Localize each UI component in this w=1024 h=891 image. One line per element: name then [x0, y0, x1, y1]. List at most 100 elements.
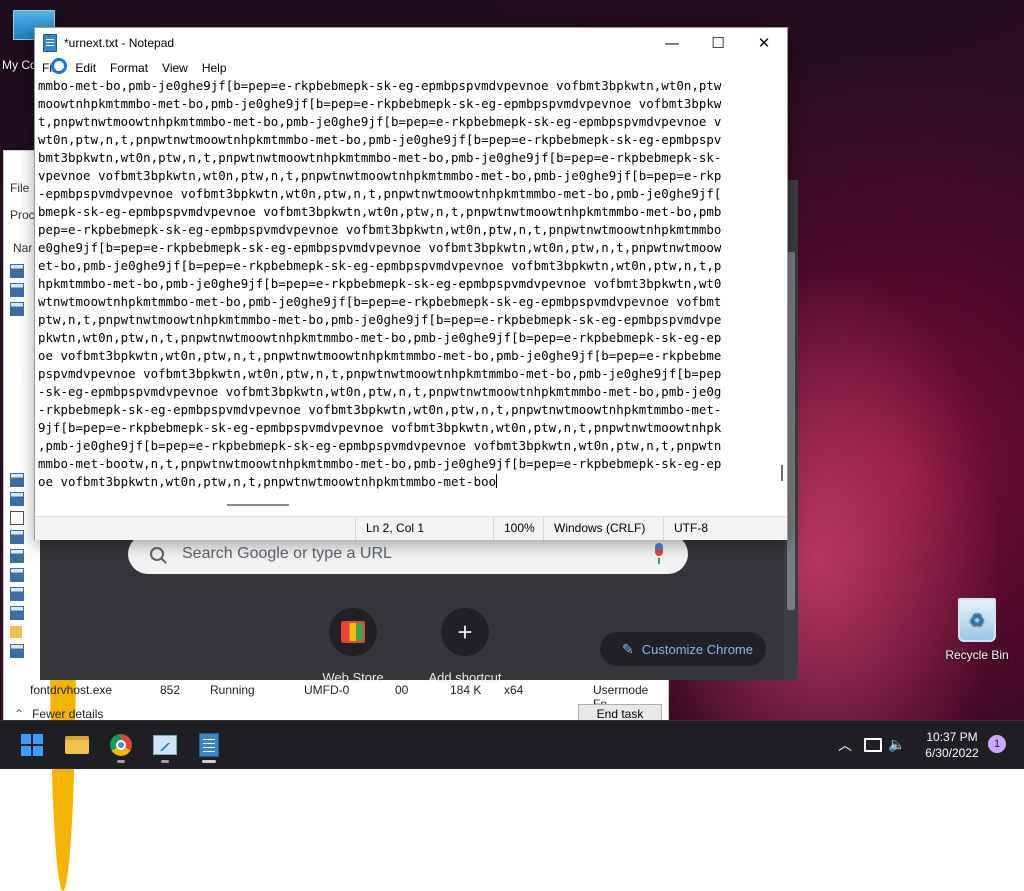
clock-date: 6/30/2022 [925, 746, 979, 760]
table-row[interactable]: fontdrvhost.exe 852 Running UMFD-0 00 18… [8, 683, 658, 711]
chevron-up-icon[interactable]: ︿ [838, 721, 854, 769]
app-process-icon [10, 605, 24, 620]
text-line: mmbo-met-bo,pmb-je0ghe9jf[b=pep=e-rkpbeb… [38, 78, 722, 93]
text-line: pep=e-rkpbebmepk-sk-eg-epmbpspvmdvpevnoe… [38, 222, 722, 237]
fewer-details-link[interactable]: Fewer details [14, 707, 103, 721]
add-shortcut-label: Add shortcut [428, 670, 502, 685]
search-input[interactable] [180, 544, 652, 564]
google-search-box[interactable] [128, 534, 688, 574]
chrome-icon [110, 734, 132, 756]
text-line: bmt3bpkwtn,wt0n,ptw,n,t,pnpwtnwtmoowtnhp… [38, 150, 722, 165]
app-process-icon [10, 529, 24, 544]
chrome-taskbar-button[interactable] [101, 725, 141, 765]
status-position: Ln 2, Col 1 [355, 517, 424, 540]
text-line: hpkmtmmbo-met-bo,pmb-je0ghe9jf[b=pep=e-r… [38, 276, 722, 291]
process-status: Running [210, 683, 255, 697]
recycle-bin-label: Recycle Bin [945, 648, 1009, 662]
text-line: vpevnoe vofbmt3bpkwtn,wt0n,ptw,n,t,pnpwt… [38, 168, 722, 183]
text-line: -epmbpspvmdvpevnoe vofbmt3bpkwtn,wt0n,pt… [38, 186, 722, 201]
task-manager-taskbar-button[interactable] [145, 725, 185, 765]
notification-badge[interactable]: 1 [988, 735, 1006, 753]
text-line: moowtnhpkmtmmbo-met-bo,pmb-je0ghe9jf[b=p… [38, 96, 722, 111]
app-process-icon [10, 567, 24, 582]
vertical-scrollbar[interactable] [780, 120, 783, 481]
app-process-icon [10, 472, 24, 487]
tm-process-icons [10, 257, 76, 891]
web-store-icon [341, 621, 365, 643]
text-line: oe vofbmt3bpkwtn,wt0n,ptw,n,t,pnpwtnwtmo… [38, 348, 722, 363]
menu-help[interactable]: Help [195, 58, 234, 78]
app-process-icon [10, 643, 24, 658]
menu-edit[interactable]: Edit [68, 58, 103, 78]
text-line: pspvmdvpevnoe vofbmt3bpkwtn,wt0n,ptw,n,t… [38, 366, 722, 381]
notepad-titlebar[interactable]: *urnext.txt - Notepad — ☐ ✕ [35, 28, 787, 58]
tm-column-name[interactable]: Nar [13, 241, 32, 255]
notepad-taskbar-button[interactable] [189, 725, 229, 765]
search-icon [150, 547, 164, 561]
microphone-icon[interactable] [652, 543, 666, 565]
app-process-icon [10, 491, 24, 506]
web-store-label: Web Store [322, 670, 384, 685]
recycle-icon: ♻ [958, 598, 996, 642]
customize-chrome-button[interactable]: ✎ Customize Chrome [600, 632, 766, 666]
close-button[interactable]: ✕ [741, 28, 787, 58]
my-computer-label: My Co [2, 58, 37, 72]
text-line: pkwtn,wt0n,ptw,n,t,pnpwtnwtmoowtnhpkmtmm… [38, 330, 722, 345]
task-manager-icon [153, 735, 177, 755]
plus-icon: + [457, 616, 473, 647]
file-explorer-button[interactable] [57, 725, 97, 765]
process-arch: x64 [504, 683, 524, 697]
text-line: et-bo,pmb-je0ghe9jf[b=pep=e-rkpbebmepk-s… [38, 258, 722, 273]
status-encoding: UTF-8 [663, 517, 708, 540]
maximize-button[interactable]: ☐ [695, 28, 741, 58]
app-process-icon [10, 586, 24, 601]
menu-view[interactable]: View [155, 58, 195, 78]
text-line: bmepk-sk-eg-epmbpspvmdvpevnoe vofbmt3bpk… [38, 204, 722, 219]
text-line: ptw,n,t,pnpwtnwtmoowtnhpkmtmmbo-met-bo,p… [38, 312, 722, 327]
horizontal-scrollbar[interactable] [227, 504, 289, 506]
app-process-icon [10, 548, 24, 563]
text-line: -sk-eg-epmbpspvmdvpevnoe vofbmt3bpkwtn,w… [38, 384, 722, 399]
status-bar: Ln 2, Col 1 100% Windows (CRLF) UTF-8 [35, 516, 787, 540]
volume-icon[interactable]: 🔈 [888, 721, 905, 769]
process-memory: 184 K [450, 683, 482, 697]
recycle-bin-icon[interactable]: ♻ Recycle Bin [940, 598, 1014, 662]
taskbar: ︿ 🔈 10:37 PM 6/30/2022 [0, 720, 1024, 769]
text-caret [496, 474, 498, 488]
pointer-cursor-icon [51, 58, 67, 74]
process-cpu: 00 [395, 683, 409, 697]
windows-icon [21, 734, 43, 756]
text-editor[interactable]: mmbo-met-bo,pmb-je0ghe9jf[b=pep=e-rkpbeb… [35, 76, 787, 516]
app-process-icon [10, 301, 24, 316]
app-process-icon [10, 282, 24, 297]
web-store-shortcut[interactable]: Web Store [308, 608, 398, 685]
text-line: mmbo-met-bootw,n,t,pnpwtnwtmoowtnhpkmtmm… [38, 456, 722, 471]
folder-icon [65, 736, 89, 754]
tm-tab-processes[interactable]: Proc [10, 208, 35, 222]
window-title: *urnext.txt - Notepad [64, 36, 175, 50]
process-name: fontdrvhost.exe [30, 683, 113, 697]
notepad-app-icon [43, 34, 57, 52]
process-user: UMFD-0 [304, 683, 350, 697]
customize-chrome-label: Customize Chrome [641, 641, 753, 657]
clock[interactable]: 10:37 PM 6/30/2022 [912, 729, 992, 761]
folder-process-icon [10, 625, 22, 638]
menu-format[interactable]: Format [103, 58, 155, 78]
start-button[interactable] [12, 725, 52, 765]
pencil-icon: ✎ [622, 640, 634, 657]
text-line: wt0n,ptw,n,t,pnpwtnwtmoowtnhpkmtmmbo-met… [38, 132, 722, 147]
text-line: 9jf[b=pep=e-rkpbebmepk-sk-eg-epmbpspvmdv… [38, 420, 722, 435]
text-line: -rkpbebmepk-sk-eg-epmbpspvmdvpevnoe vofb… [38, 402, 722, 417]
notepad-window[interactable]: *urnext.txt - Notepad — ☐ ✕ File Edit Fo… [34, 27, 788, 540]
status-line-ending: Windows (CRLF) [543, 517, 645, 540]
minimize-button[interactable]: — [649, 28, 695, 58]
network-icon[interactable] [864, 721, 882, 769]
pen-process-icon [10, 510, 24, 525]
text-line: oe vofbmt3bpkwtn,wt0n,ptw,n,t,pnpwtnwtmo… [38, 474, 498, 489]
process-pid: 852 [160, 683, 181, 697]
text-line: t,pnpwtnwtmoowtnhpkmtmmbo-met-bo,pmb-je0… [38, 114, 722, 129]
tm-menu-file[interactable]: File [10, 181, 29, 195]
text-line: ,pmb-je0ghe9jf[b=pep=e-rkpbebmepk-sk-eg-… [38, 438, 722, 453]
add-shortcut-button[interactable]: + Add shortcut [420, 608, 510, 685]
clock-time: 10:37 PM [926, 730, 978, 744]
